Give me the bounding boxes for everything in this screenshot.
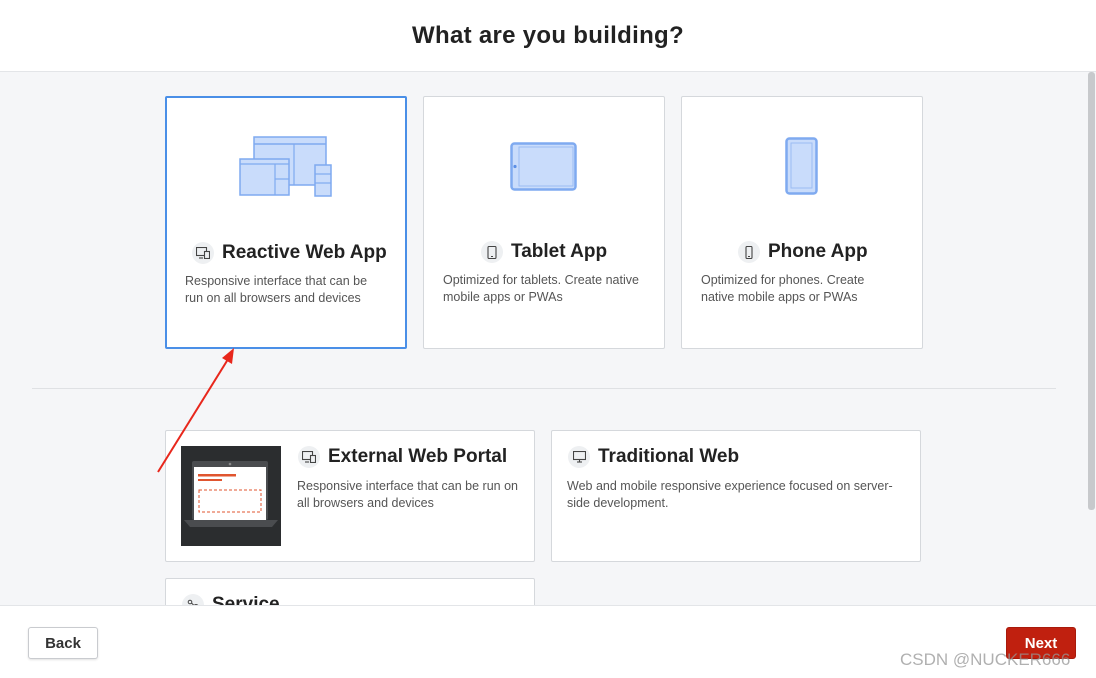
page-header: What are you building? — [0, 0, 1096, 72]
card-title: Reactive Web App — [222, 242, 387, 263]
scrollbar-thumb[interactable] — [1088, 72, 1095, 510]
app-type-list: Reactive Web App Responsive interface th… — [0, 72, 1096, 605]
responsive-devices-icon — [192, 242, 214, 264]
card-description: Web and mobile responsive experience foc… — [567, 479, 893, 510]
card-description: Responsive interface that can be run on … — [185, 274, 368, 305]
annotation-arrow — [157, 348, 234, 473]
card-title: External Web Portal — [328, 446, 508, 467]
service-icon — [182, 594, 204, 605]
monitor-icon — [568, 446, 590, 468]
card-reactive-web-app[interactable]: Reactive Web App Responsive interface th… — [165, 96, 407, 349]
card-title: Traditional Web — [598, 446, 740, 467]
card-title-row: Phone App — [738, 241, 868, 263]
card-phone-app[interactable]: Phone App Optimized for phones. Create n… — [681, 96, 923, 349]
back-button[interactable]: Back — [28, 627, 98, 659]
card-tablet-app[interactable]: Tablet App Optimized for tablets. Create… — [423, 96, 665, 349]
card-title-row: Tablet App — [481, 241, 607, 263]
card-title-row: External Web Portal — [298, 446, 507, 468]
card-description: Optimized for tablets. Create native mob… — [443, 273, 639, 304]
card-description: Responsive interface that can be run on … — [297, 479, 518, 510]
card-title: Phone App — [768, 241, 868, 262]
responsive-devices-icon — [298, 446, 320, 468]
card-title-row: Traditional Web — [568, 446, 739, 468]
watermark-text: CSDN @NUCKER666 — [900, 650, 1071, 669]
tablet-illustration — [510, 142, 577, 191]
phone-illustration — [785, 137, 818, 195]
card-description: Optimized for phones. Create native mobi… — [701, 273, 865, 304]
card-service[interactable]: Service — [165, 578, 535, 605]
reactive-web-app-illustration — [239, 136, 332, 197]
card-title: Tablet App — [511, 241, 608, 262]
tablet-icon — [481, 241, 503, 263]
card-title-row: Service — [182, 594, 280, 605]
card-traditional-web[interactable]: Traditional Web Web and mobile responsiv… — [551, 430, 921, 562]
card-title: Service — [212, 594, 280, 605]
vertical-scrollbar[interactable] — [1086, 72, 1096, 605]
page-title: What are you building? — [412, 21, 684, 49]
phone-icon — [738, 241, 760, 263]
card-title-row: Reactive Web App — [192, 242, 387, 264]
